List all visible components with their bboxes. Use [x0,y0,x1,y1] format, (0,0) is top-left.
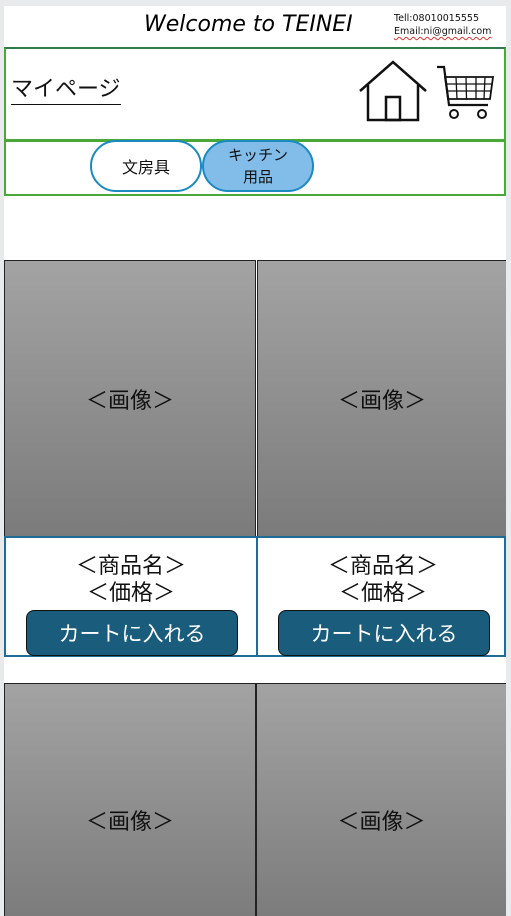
product-card-2: ＜商品名＞ ＜価格＞ カートに入れる [258,538,506,656]
category-label-line1: キッチン [227,146,288,164]
product-image-3[interactable]: ＜画像＞ [4,683,256,916]
site-title: Welcome to TEINEI [144,12,353,37]
category-bar: 文房具 キッチン 用品 [4,140,506,196]
category-stationery-button[interactable]: 文房具 [90,140,202,192]
image-placeholder-text: ＜画像＞ [85,389,174,414]
mypage-link[interactable]: マイページ [11,77,121,105]
contact-info: Tell:08010015555 Email:ni@gmail.com [394,12,491,38]
product-price: ＜価格＞ [338,581,427,606]
contact-email: Email:ni@gmail.com [394,26,492,37]
contact-tel: Tell:08010015555 [394,13,479,24]
category-label: キッチン 用品 [228,144,288,188]
category-label-line2: 用品 [242,168,273,186]
image-placeholder-text: ＜画像＞ [85,810,174,835]
product-info-row: ＜商品名＞ ＜価格＞ カートに入れる ＜商品名＞ ＜価格＞ カートに入れる [4,536,506,657]
page: Welcome to TEINEI Tell:08010015555 Email… [4,6,506,916]
product-image-4[interactable]: ＜画像＞ [256,683,506,916]
mypage-bar: マイページ [4,47,506,141]
add-to-cart-button[interactable]: カートに入れる [26,610,238,656]
product-name: ＜商品名＞ [327,554,438,579]
home-icon[interactable] [358,59,428,123]
product-price: ＜価格＞ [86,581,175,606]
product-name: ＜商品名＞ [75,554,186,579]
product-image-1[interactable]: ＜画像＞ [4,260,256,538]
category-label: 文房具 [121,158,170,177]
cart-icon[interactable] [436,63,494,123]
category-kitchen-button[interactable]: キッチン 用品 [202,140,314,192]
add-to-cart-button[interactable]: カートに入れる [278,610,490,656]
image-placeholder-text: ＜画像＞ [337,389,426,414]
product-image-2[interactable]: ＜画像＞ [257,260,506,538]
product-card-1: ＜商品名＞ ＜価格＞ カートに入れる [6,538,256,656]
image-placeholder-text: ＜画像＞ [337,810,426,835]
header: Welcome to TEINEI Tell:08010015555 Email… [4,6,506,47]
